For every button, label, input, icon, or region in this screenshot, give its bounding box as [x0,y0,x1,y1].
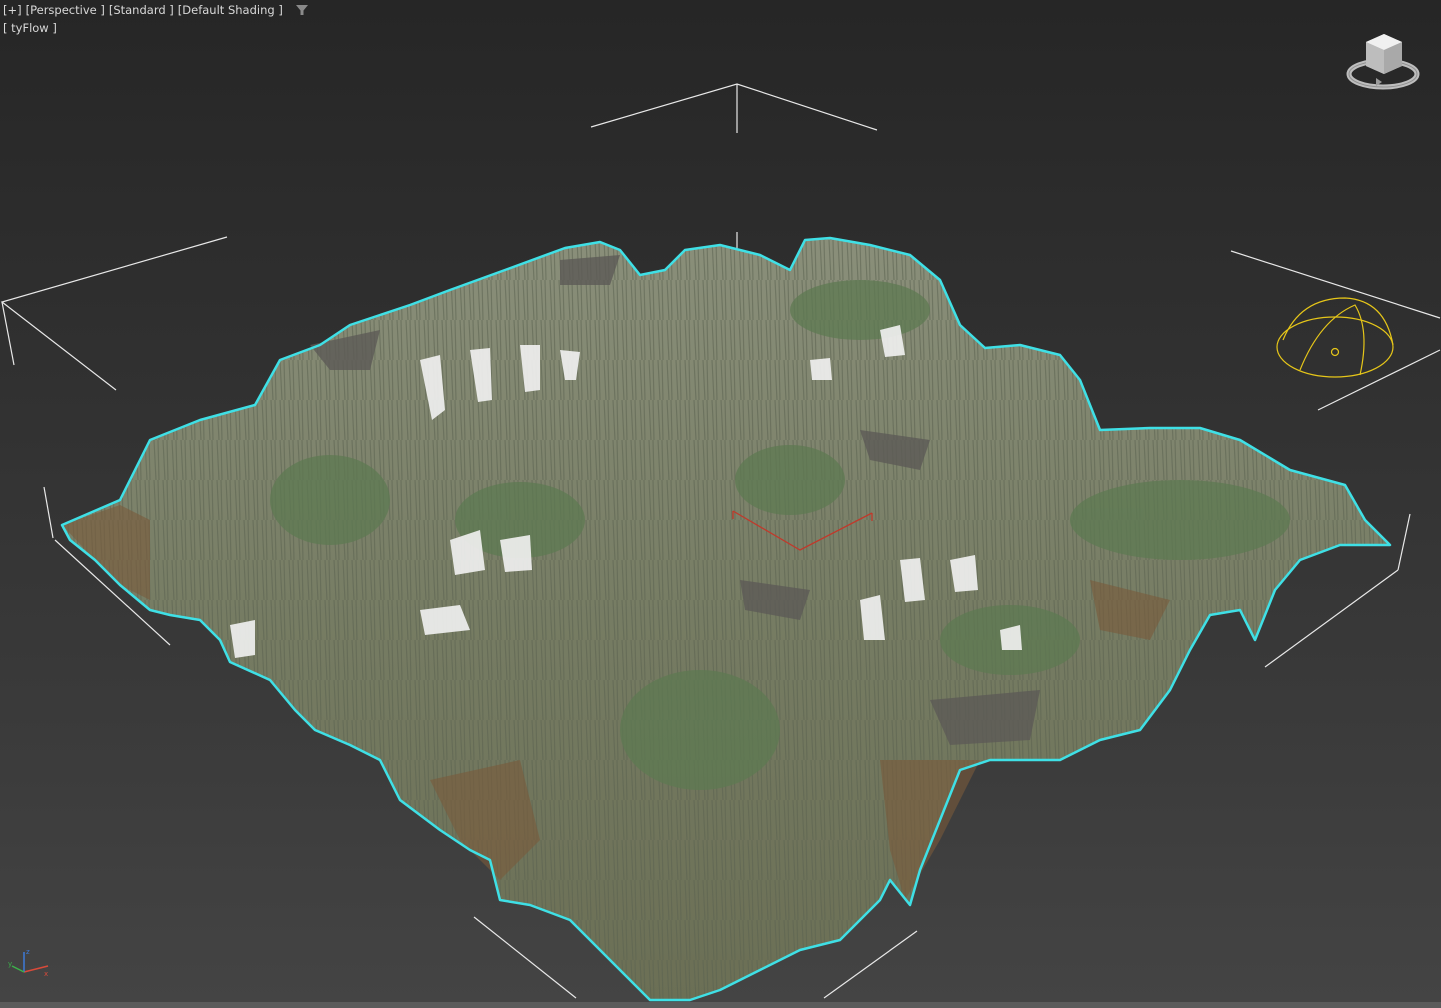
perspective-viewport[interactable]: [+] [Perspective ] [Standard ] [Default … [0,0,1441,1008]
terrain-mesh [60,236,1392,1002]
viewcube-icon[interactable] [1346,28,1420,90]
viewport-labels: [+] [Perspective ] [Standard ] [Default … [3,1,309,37]
viewport-menu-shading[interactable]: [Default Shading ] [178,1,283,19]
svg-text:y: y [8,960,12,968]
viewport-menu-view[interactable]: [Perspective ] [26,1,105,19]
filter-icon[interactable] [295,3,309,17]
viewport-scene [0,83,1441,1002]
viewport-menu-style[interactable]: [Standard ] [109,1,174,19]
viewport-menu-plus[interactable]: [+] [3,1,22,19]
viewport-bottom-border [0,1002,1441,1008]
svg-text:z: z [26,948,30,956]
sun-helper-icon [1276,297,1394,378]
axis-tripod-icon: z x y [6,946,52,980]
viewport-menu-tyflow[interactable]: [ tyFlow ] [3,19,57,37]
svg-text:x: x [44,970,48,978]
